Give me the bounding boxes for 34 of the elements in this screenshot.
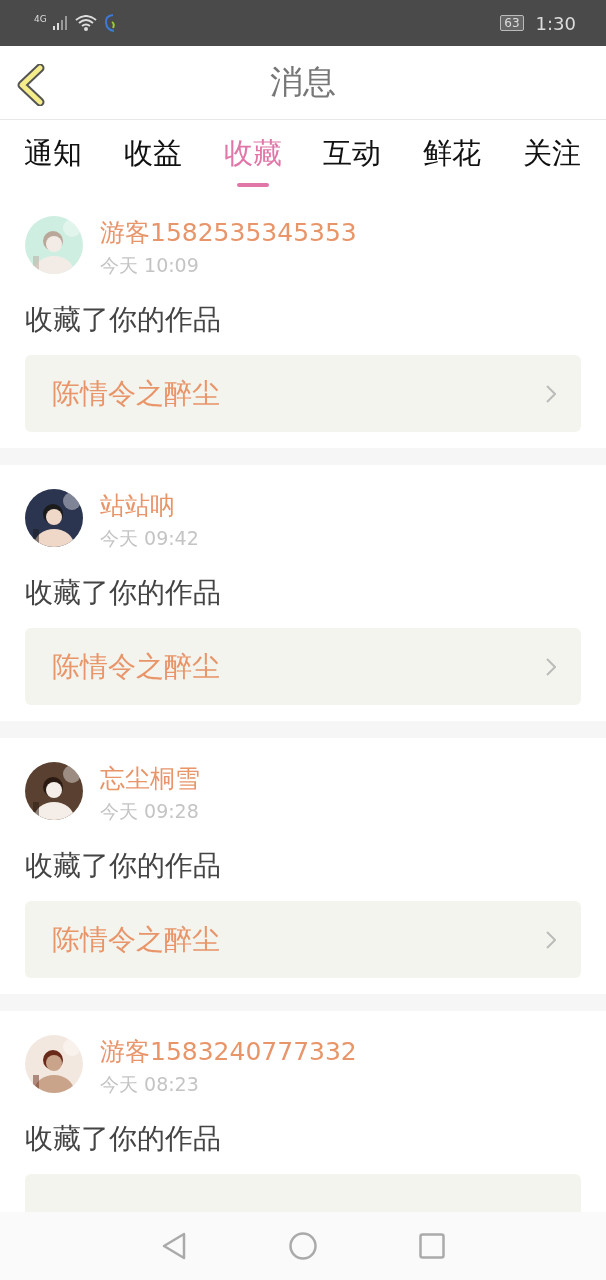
message-text: 收藏了你的作品 — [25, 848, 222, 884]
message-text: 收藏了你的作品 — [25, 575, 222, 611]
back-nav-icon[interactable] — [161, 1232, 187, 1260]
page-title: 消息 — [270, 61, 336, 103]
clock-time: 1:30 — [535, 12, 576, 34]
tab[interactable]: 通知 — [24, 120, 82, 192]
chevron-icon — [546, 657, 556, 676]
user-name[interactable]: 站站呐 — [100, 489, 199, 522]
wifi-icon — [74, 15, 97, 31]
work-link[interactable]: 陈情令之醉尘 — [25, 355, 581, 432]
message-time: 今天 08:23 — [100, 1072, 200, 1097]
message-time: 今天 10:09 — [100, 253, 200, 278]
network-type: 4G — [34, 14, 47, 24]
user-name[interactable]: 游客1582535345353 — [100, 216, 357, 249]
signal-icon — [52, 16, 69, 30]
message-text: 收藏了你的作品 — [25, 1121, 222, 1157]
message-time: 今天 09:28 — [100, 799, 200, 824]
home-nav-icon[interactable] — [289, 1232, 317, 1260]
message-text: 收藏了你的作品 — [25, 302, 222, 338]
chevron-icon — [546, 384, 556, 403]
message-time: 今天 09:42 — [100, 526, 199, 551]
user-name[interactable]: 游客1583240777332 — [100, 1035, 357, 1068]
tab[interactable]: 收藏 — [223, 120, 282, 192]
tab[interactable]: 关注 — [523, 120, 581, 192]
back-icon[interactable] — [16, 64, 46, 106]
chevron-icon — [546, 930, 556, 949]
work-link[interactable]: 陈情令之醉尘 — [25, 628, 581, 705]
user-name[interactable]: 忘尘桐雪 — [100, 762, 200, 795]
recents-nav-icon[interactable] — [419, 1233, 445, 1259]
tab[interactable]: 互动 — [323, 120, 382, 192]
battery-level: 63 — [500, 15, 524, 31]
work-link[interactable]: 陈情令之醉尘 — [25, 901, 581, 978]
tab[interactable]: 收益 — [123, 120, 182, 192]
tab[interactable]: 鲜花 — [423, 120, 482, 192]
